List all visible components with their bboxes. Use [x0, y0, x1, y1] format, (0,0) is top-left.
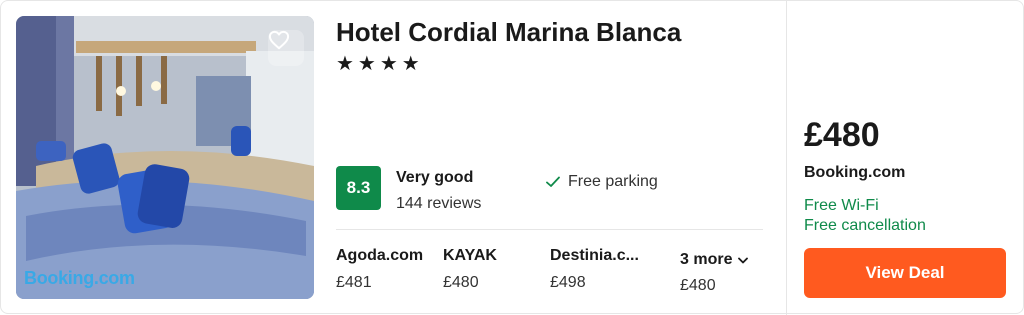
perk-free-wifi: Free Wi-Fi: [804, 197, 879, 214]
more-providers-label: 3 more: [680, 251, 733, 268]
provider-name: KAYAK: [443, 247, 497, 264]
view-deal-button[interactable]: View Deal: [804, 248, 1006, 298]
provider-name: Agoda.com: [336, 247, 424, 264]
provider-price: £481: [336, 274, 372, 291]
hotel-photo[interactable]: Booking.com: [16, 16, 314, 299]
save-favorite-button[interactable]: [268, 30, 304, 66]
amenity-free-parking: Free parking: [546, 173, 658, 191]
check-icon: [546, 176, 560, 187]
hotel-name[interactable]: Hotel Cordial Marina Blanca: [336, 17, 681, 48]
more-providers-price: £480: [680, 277, 716, 294]
provider-price: £498: [550, 274, 586, 291]
chevron-down-icon: [738, 257, 749, 263]
hotel-result-card: Booking.com Hotel Cordial Marina Blanca …: [0, 0, 1024, 315]
provider-kayak[interactable]: KAYAK £480: [443, 247, 497, 292]
review-count[interactable]: 144 reviews: [396, 195, 481, 213]
rating-label: Very good: [396, 169, 474, 186]
provider-agoda[interactable]: Agoda.com £481: [336, 247, 423, 292]
photo-watermark: Booking.com: [24, 268, 135, 288]
review-score-badge: 8.3: [336, 166, 381, 210]
star-rating: ★★★★: [336, 53, 424, 75]
provider-price: £480: [443, 274, 479, 291]
provider-name: Destinia.c...: [550, 247, 639, 264]
perk-free-cancellation: Free cancellation: [804, 217, 926, 234]
divider: [336, 229, 763, 230]
column-divider: [786, 1, 787, 315]
best-price: £480: [804, 116, 880, 154]
amenity-label: Free parking: [568, 173, 658, 190]
best-price-provider: Booking.com: [804, 164, 906, 181]
more-providers-toggle[interactable]: 3 more: [680, 251, 749, 269]
provider-destinia[interactable]: Destinia.c... £498: [550, 247, 639, 292]
heart-icon: [268, 30, 290, 50]
